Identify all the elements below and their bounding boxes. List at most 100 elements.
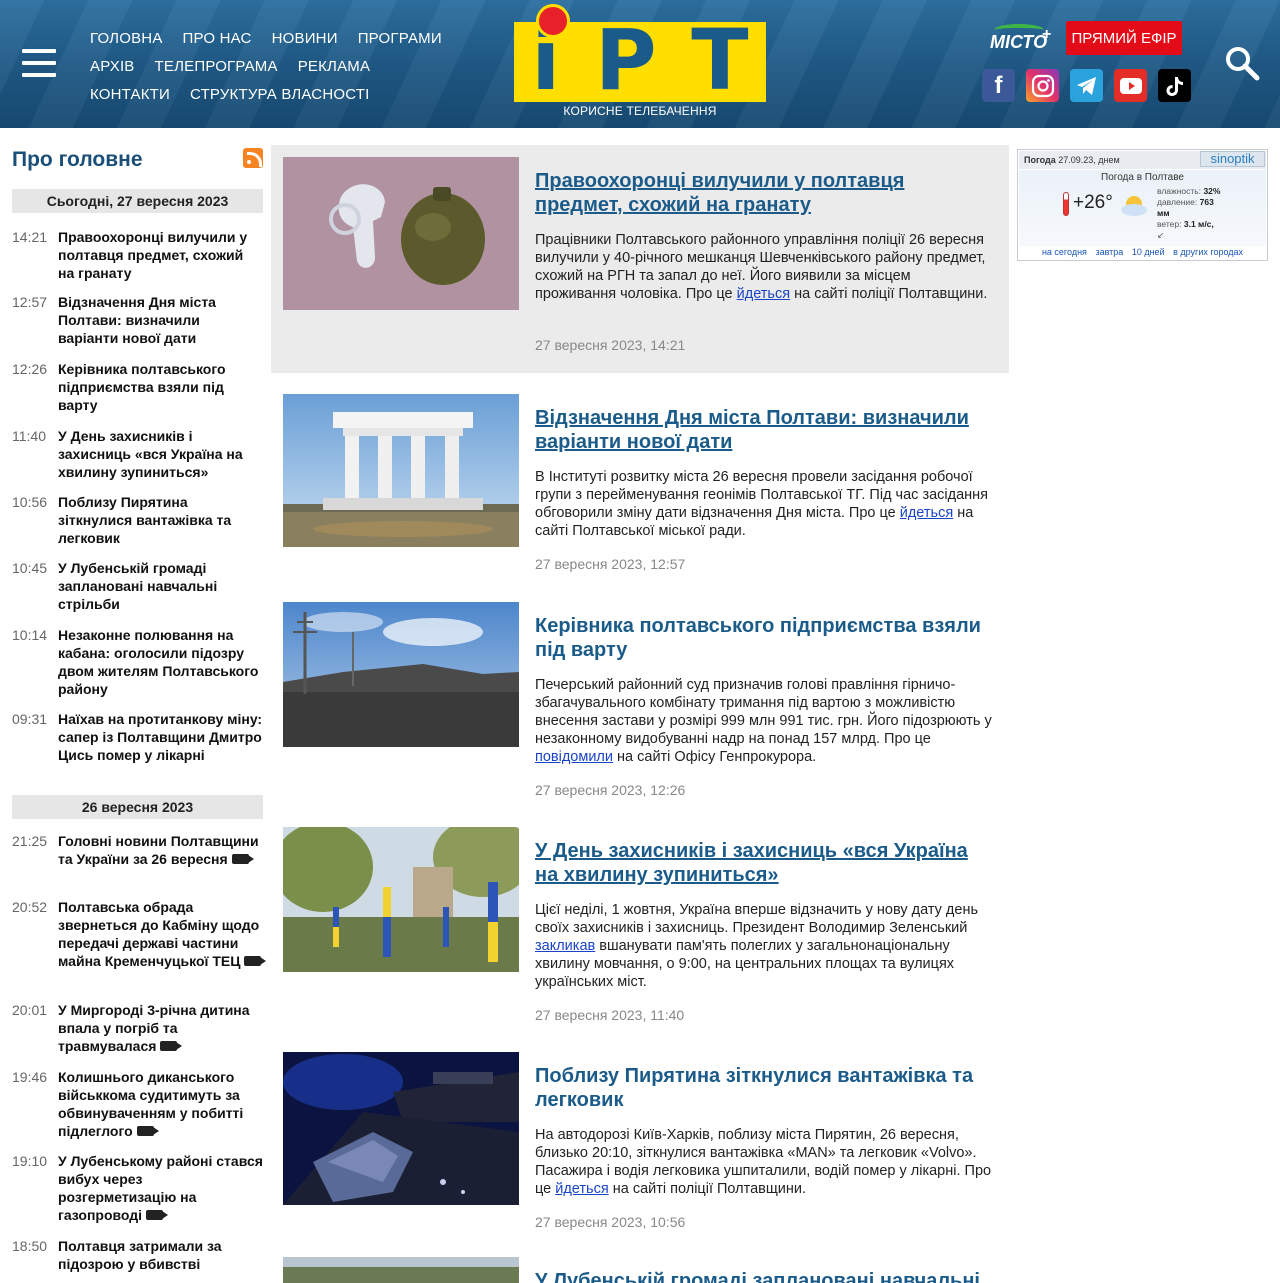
feed-time: 14:21 xyxy=(12,229,48,245)
feed-item[interactable]: 10:56 Поблизу Пирятина зіткнулися вантаж… xyxy=(12,493,263,547)
feed-item[interactable]: 20:01 У Миргороді 3-річна дитина впала у… xyxy=(12,1001,263,1055)
telegram-icon[interactable] xyxy=(1070,69,1103,102)
wind-direction-icon: ↙ xyxy=(1157,230,1165,240)
weather-link-today[interactable]: на сегодня xyxy=(1042,247,1087,257)
feed-title[interactable]: Керівника полтавського підприємства взял… xyxy=(58,360,263,414)
site-logo[interactable]: іРТ КОРИСНЕ ТЕЛЕБАЧЕННЯ xyxy=(514,4,766,124)
feed-item[interactable]: 14:21 Правоохоронці вилучили у полтавця … xyxy=(12,228,263,282)
nav-link-home[interactable]: ГОЛОВНА xyxy=(90,30,163,47)
misto-label: МІСТО xyxy=(990,32,1048,52)
article-text-after: вшанувати пам'ять полеглих у загальнонац… xyxy=(535,938,955,990)
weather-link-10days[interactable]: 10 дней xyxy=(1132,247,1165,257)
nav-link-contacts[interactable]: КОНТАКТИ xyxy=(90,86,170,103)
article-title[interactable]: Поблизу Пирятина зіткнулися вантажівка т… xyxy=(535,1064,995,1112)
day-header-today: Сьогодні, 27 вересня 2023 xyxy=(12,189,263,213)
weather-link-other-cities[interactable]: в других городах xyxy=(1173,247,1243,257)
feed-time: 19:46 xyxy=(12,1069,48,1085)
feed-title[interactable]: У Миргороді 3-річна дитина впала у погрі… xyxy=(58,1001,263,1055)
nav-link-news[interactable]: НОВИНИ xyxy=(272,30,338,47)
nav-link-tv-schedule[interactable]: ТЕЛЕПРОГРАМА xyxy=(155,58,278,75)
weather-widget[interactable]: Погода 27.09.23, днем sinoptik Погода в … xyxy=(1017,149,1268,261)
feed-item[interactable]: 10:14 Незаконне полювання на кабана: ого… xyxy=(12,626,263,698)
pressure-value: 763 xyxy=(1199,197,1214,207)
feed-title[interactable]: У Лубенській громаді заплановані навчаль… xyxy=(58,559,263,613)
rss-icon[interactable] xyxy=(243,148,263,168)
feed-time: 12:57 xyxy=(12,294,48,310)
tiktok-icon[interactable] xyxy=(1158,69,1191,102)
article-image[interactable] xyxy=(283,157,519,310)
nav-link-about[interactable]: ПРО НАС xyxy=(183,30,252,47)
feed-time: 21:25 xyxy=(12,833,48,849)
feed-title[interactable]: Відзначення Дня міста Полтави: визначили… xyxy=(58,293,263,347)
instagram-icon[interactable] xyxy=(1026,69,1059,102)
article-card: У Лубенській громаді заплановані навчаль… xyxy=(271,1253,1009,1283)
feed-time: 10:56 xyxy=(12,494,48,510)
feed-time: 09:31 xyxy=(12,711,48,727)
article-text-after: на сайті поліції Полтавщини. xyxy=(608,1181,807,1197)
article-image[interactable] xyxy=(283,602,519,755)
article-title[interactable]: Правоохоронці вилучили у полтавця предме… xyxy=(535,169,995,217)
weather-head-label: Погода xyxy=(1024,155,1056,165)
feed-item[interactable]: 11:40 У День захисників і захисниць «вся… xyxy=(12,427,263,481)
day-header-yesterday: 26 вересня 2023 xyxy=(12,795,263,819)
article-image[interactable] xyxy=(283,827,519,980)
feed-title[interactable]: Наїхав на протитанкову міну: сапер із По… xyxy=(58,710,263,764)
feed-item[interactable]: 10:45 У Лубенській громаді заплановані н… xyxy=(12,559,263,613)
video-camera-icon xyxy=(146,1210,169,1220)
article-source-link[interactable]: йдеться xyxy=(900,505,953,521)
misto-plus-logo[interactable]: МІСТО + xyxy=(990,24,1056,56)
feed-title[interactable]: Незаконне полювання на кабана: оголосили… xyxy=(58,626,263,698)
feed-item[interactable]: 21:25 Головні новини Полтавщини та Украї… xyxy=(12,832,263,868)
feed-title[interactable]: Правоохоронці вилучили у полтавця предме… xyxy=(58,228,263,282)
feed-item[interactable]: 18:50 Полтавця затримали за підозрою у в… xyxy=(12,1237,263,1273)
article-title[interactable]: Керівника полтавського підприємства взял… xyxy=(535,614,995,662)
menu-icon[interactable] xyxy=(22,49,56,77)
feed-item[interactable]: 12:26 Керівника полтавського підприємств… xyxy=(12,360,263,414)
feed-item[interactable]: 19:10 У Лубенському районі стався вибух … xyxy=(12,1152,263,1224)
feed-item[interactable]: 20:52 Полтавська обрада звернеться до Ка… xyxy=(12,898,267,970)
sinoptik-logo[interactable]: sinoptik xyxy=(1200,151,1265,167)
youtube-icon[interactable] xyxy=(1114,69,1147,102)
article-image[interactable] xyxy=(283,1052,519,1205)
feed-item[interactable]: 19:46 Колишнього диканського військкома … xyxy=(12,1068,263,1140)
feed-title-text: Полтавська обрада звернеться до Кабміну … xyxy=(58,899,260,969)
search-icon[interactable] xyxy=(1224,45,1260,81)
feed-item[interactable]: 12:57 Відзначення Дня міста Полтави: виз… xyxy=(12,293,263,347)
nav-link-archive[interactable]: АРХІВ xyxy=(90,58,135,75)
weather-head-date: 27.09.23, днем xyxy=(1058,155,1120,165)
article-title[interactable]: У День захисників і захисниць «вся Украї… xyxy=(535,839,995,887)
article-source-link[interactable]: повідомили xyxy=(535,749,613,765)
article-summary: На автодорозі Київ-Харків, поблизу міста… xyxy=(535,1126,993,1198)
weather-link-tomorrow[interactable]: завтра xyxy=(1095,247,1123,257)
article-image[interactable] xyxy=(283,394,519,547)
feed-title[interactable]: Головні новини Полтавщини та України за … xyxy=(58,832,263,868)
feed-title[interactable]: У День захисників і захисниць «вся Украї… xyxy=(58,427,263,481)
live-stream-button[interactable]: ПРЯМИЙ ЕФІР xyxy=(1066,21,1182,55)
article-text-before: Печерський районний суд призначив голові… xyxy=(535,677,992,747)
feed-title[interactable]: У Лубенському районі стався вибух через … xyxy=(58,1152,263,1224)
article-summary: Печерський районний суд призначив голові… xyxy=(535,676,993,766)
feed-title-text: Головні новини Полтавщини та України за … xyxy=(58,833,259,867)
article-source-link[interactable]: закликав xyxy=(535,938,595,954)
feed-item[interactable]: 09:31 Наїхав на протитанкову міну: сапер… xyxy=(12,710,263,764)
video-camera-icon xyxy=(160,1041,183,1051)
article-source-link[interactable]: йдеться xyxy=(555,1181,608,1197)
humidity-value: 32% xyxy=(1203,186,1221,196)
feed-title[interactable]: Полтавська обрада звернеться до Кабміну … xyxy=(58,898,267,970)
feed-title[interactable]: Поблизу Пирятина зіткнулися вантажівка т… xyxy=(58,493,263,547)
feed-time: 20:01 xyxy=(12,1002,48,1018)
article-text-before: Цієї неділі, 1 жовтня, Україна вперше ві… xyxy=(535,902,979,936)
article-title[interactable]: У Лубенській громаді заплановані навчаль… xyxy=(535,1269,995,1283)
article-image[interactable] xyxy=(283,1257,519,1283)
article-source-link[interactable]: йдеться xyxy=(737,286,790,302)
nav-link-programs[interactable]: ПРОГРАМИ xyxy=(358,30,442,47)
facebook-icon[interactable]: f xyxy=(982,69,1015,102)
nav-link-ownership[interactable]: СТРУКТУРА ВЛАСНОСТІ xyxy=(190,86,369,103)
article-title[interactable]: Відзначення Дня міста Полтави: визначили… xyxy=(535,406,995,454)
social-links: f xyxy=(982,69,1191,102)
feed-title[interactable]: Полтавця затримали за підозрою у вбивств… xyxy=(58,1237,263,1273)
nav-link-advertising[interactable]: РЕКЛАМА xyxy=(298,58,371,75)
feed-title[interactable]: Колишнього диканського військкома судити… xyxy=(58,1068,263,1140)
wind-label: ветер: xyxy=(1157,219,1182,229)
video-camera-icon xyxy=(244,956,267,966)
